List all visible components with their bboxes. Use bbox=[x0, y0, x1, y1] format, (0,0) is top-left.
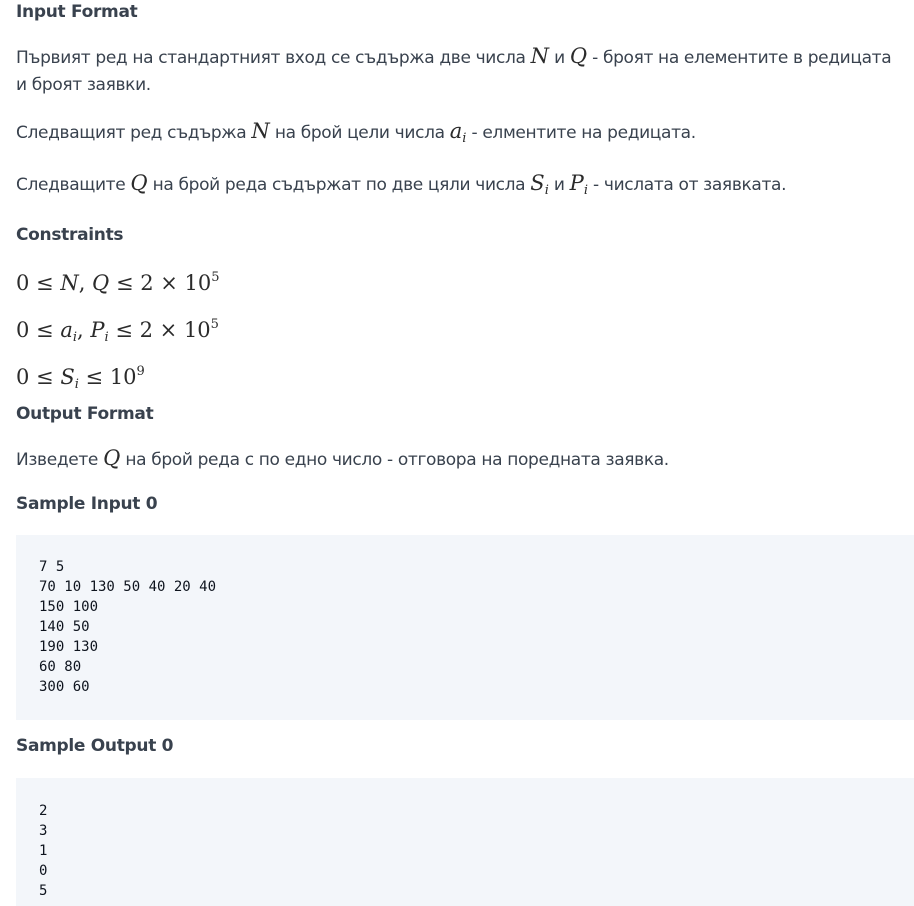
problem-statement: Input Format Първият ред на стандартният… bbox=[16, 0, 914, 906]
constraint-2: 0 ≤ ai, Pi ≤ 2 × 105 bbox=[16, 317, 219, 345]
input-format-line-1: Първият ред на стандартният вход се съдъ… bbox=[16, 44, 892, 95]
math-var-q: Q bbox=[130, 171, 148, 195]
math-var-s-i: Si bbox=[530, 171, 549, 198]
constraint-1: 0 ≤ N, Q ≤ 2 × 105 bbox=[16, 270, 220, 295]
input-format-line-3: Следващите Q на брой реда съдържат по дв… bbox=[16, 171, 787, 198]
math-var-n: N bbox=[530, 44, 550, 68]
math-var-a-i: ai bbox=[449, 119, 467, 146]
math-var-n: N bbox=[251, 119, 270, 143]
math-var-q: Q bbox=[569, 44, 588, 68]
math-var-q: Q bbox=[103, 446, 121, 470]
sample-output-heading: Sample Output 0 bbox=[16, 736, 174, 756]
sample-input-heading: Sample Input 0 bbox=[16, 494, 158, 514]
math-var-p-i: Pi bbox=[569, 171, 588, 198]
output-format-heading: Output Format bbox=[16, 404, 154, 424]
input-format-heading: Input Format bbox=[16, 2, 138, 22]
input-format-line-2: Следващият ред съдържа N на брой цели чи… bbox=[16, 119, 696, 146]
constraint-3: 0 ≤ Si ≤ 109 bbox=[16, 364, 145, 392]
sample-input-code-block: 7 5 70 10 130 50 40 20 40 150 100 140 50… bbox=[16, 535, 914, 720]
constraints-heading: Constraints bbox=[16, 225, 124, 245]
output-format-text: Изведете Q на брой реда с по едно число … bbox=[16, 446, 669, 470]
sample-output-code-block: 2 3 1 0 5 bbox=[16, 778, 914, 906]
